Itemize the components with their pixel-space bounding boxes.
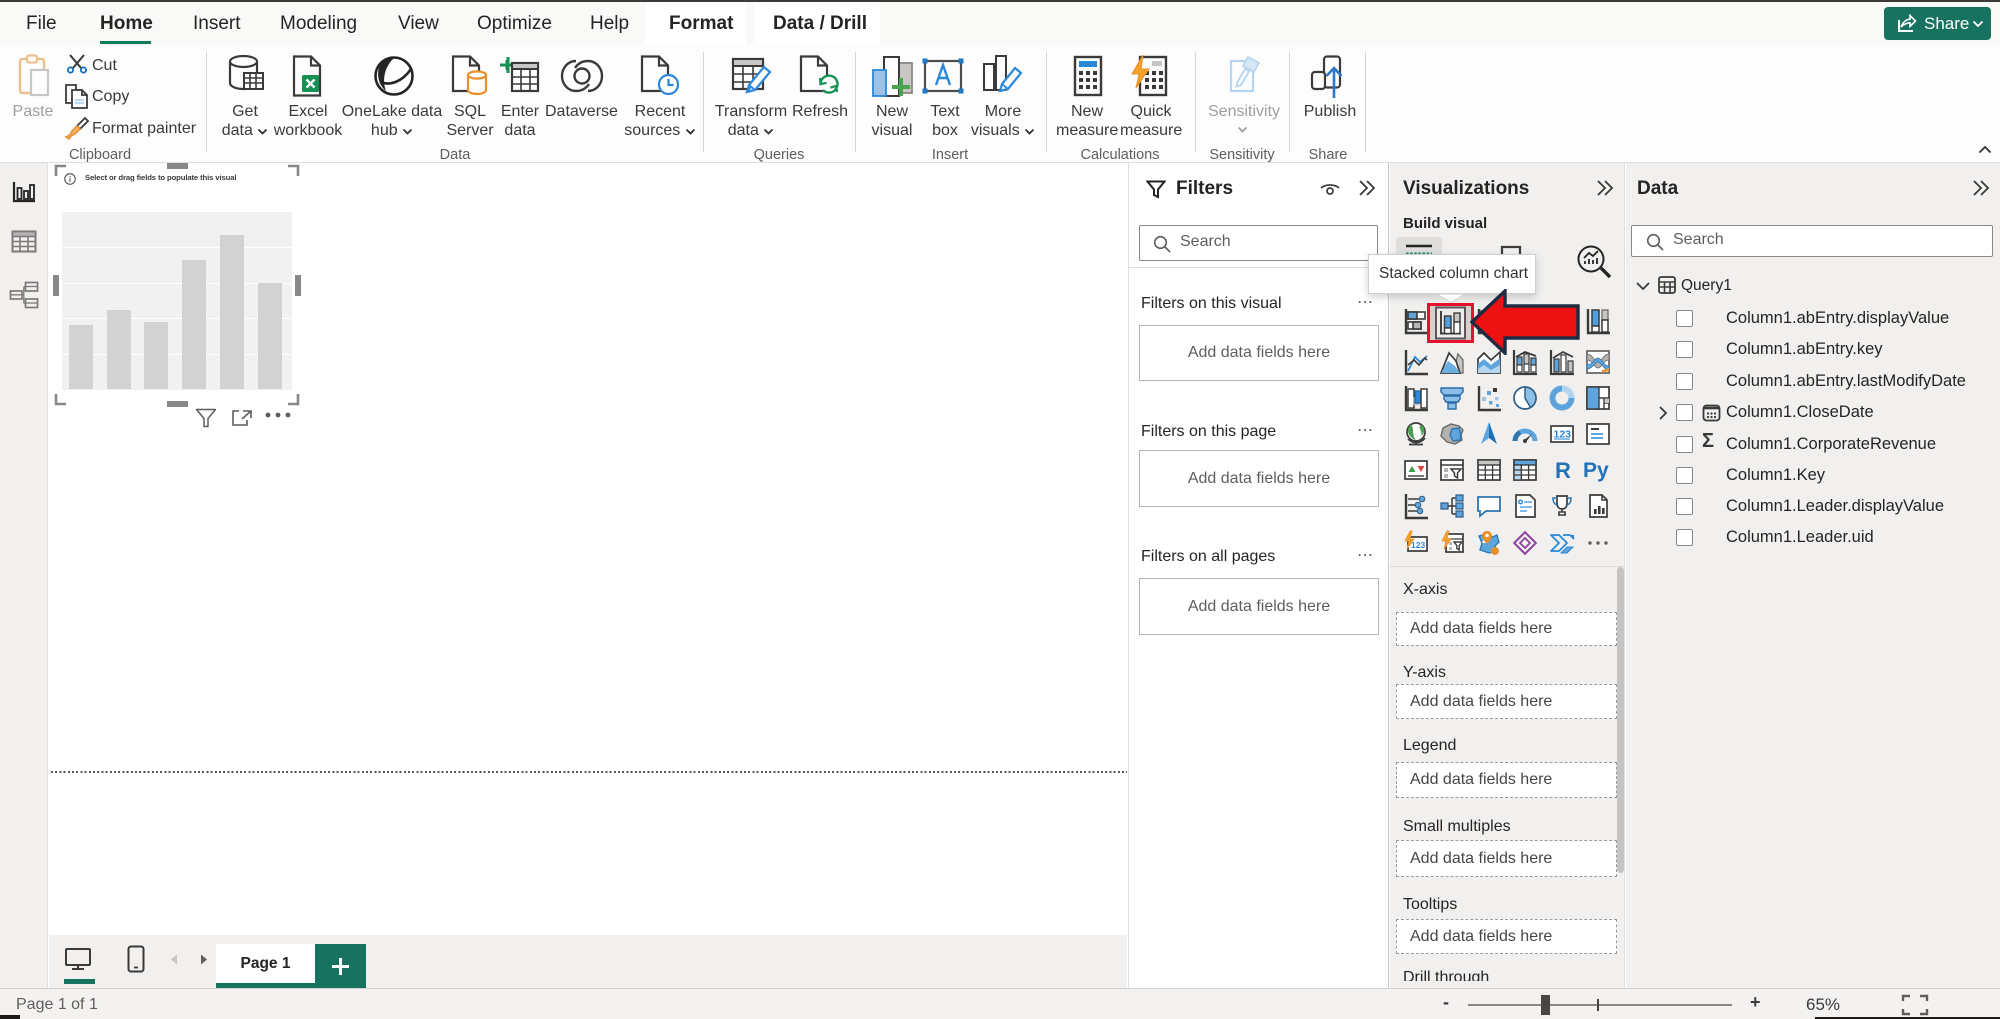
svg-text:Py: Py — [1583, 459, 1609, 482]
svg-text:123: 123 — [1411, 540, 1425, 550]
svg-text:R: R — [1555, 458, 1571, 483]
